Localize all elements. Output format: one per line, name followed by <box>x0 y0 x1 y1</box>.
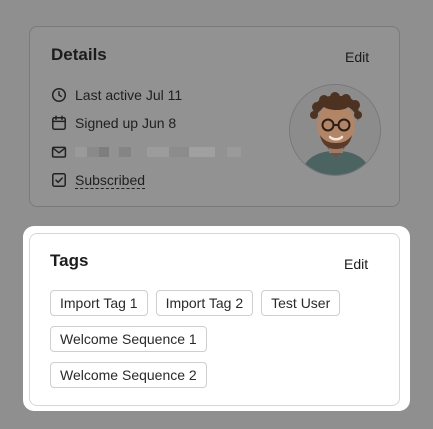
email-redacted <box>75 147 241 157</box>
tag-welcome-sequence-1[interactable]: Welcome Sequence 1 <box>50 326 207 352</box>
signed-up-row: Signed up Jun 8 <box>51 113 176 133</box>
tag-row: Import Tag 1 Import Tag 2 Test User <box>50 290 380 316</box>
tag-import-tag-1[interactable]: Import Tag 1 <box>50 290 148 316</box>
tags-card: Tags Edit Import Tag 1 Import Tag 2 Test… <box>29 233 400 406</box>
tag-row: Welcome Sequence 2 <box>50 362 380 388</box>
details-card: Details Edit Last active Jul 11 Signed u… <box>29 26 400 207</box>
tag-test-user[interactable]: Test User <box>261 290 341 316</box>
details-edit-button[interactable]: Edit <box>345 49 369 65</box>
last-active-row: Last active Jul 11 <box>51 85 182 105</box>
tag-row: Welcome Sequence 1 <box>50 326 380 352</box>
avatar <box>289 84 381 176</box>
email-row <box>51 142 241 162</box>
tags-edit-button[interactable]: Edit <box>344 256 368 272</box>
tag-welcome-sequence-2[interactable]: Welcome Sequence 2 <box>50 362 207 388</box>
mail-icon <box>51 144 67 160</box>
details-title: Details <box>51 45 107 64</box>
last-active-text: Last active Jul 11 <box>75 87 183 103</box>
signed-up-text: Signed up Jun 8 <box>75 115 177 131</box>
subscription-status[interactable]: Subscribed <box>75 172 146 189</box>
tags-title: Tags <box>50 251 89 270</box>
tag-list: Import Tag 1 Import Tag 2 Test User Welc… <box>50 290 380 398</box>
checkbox-icon <box>51 172 67 188</box>
subscription-row: Subscribed <box>51 170 146 190</box>
clock-icon <box>51 87 67 103</box>
tag-import-tag-2[interactable]: Import Tag 2 <box>155 290 254 316</box>
calendar-icon <box>51 115 67 131</box>
tags-highlight: Tags Edit Import Tag 1 Import Tag 2 Test… <box>23 226 410 411</box>
